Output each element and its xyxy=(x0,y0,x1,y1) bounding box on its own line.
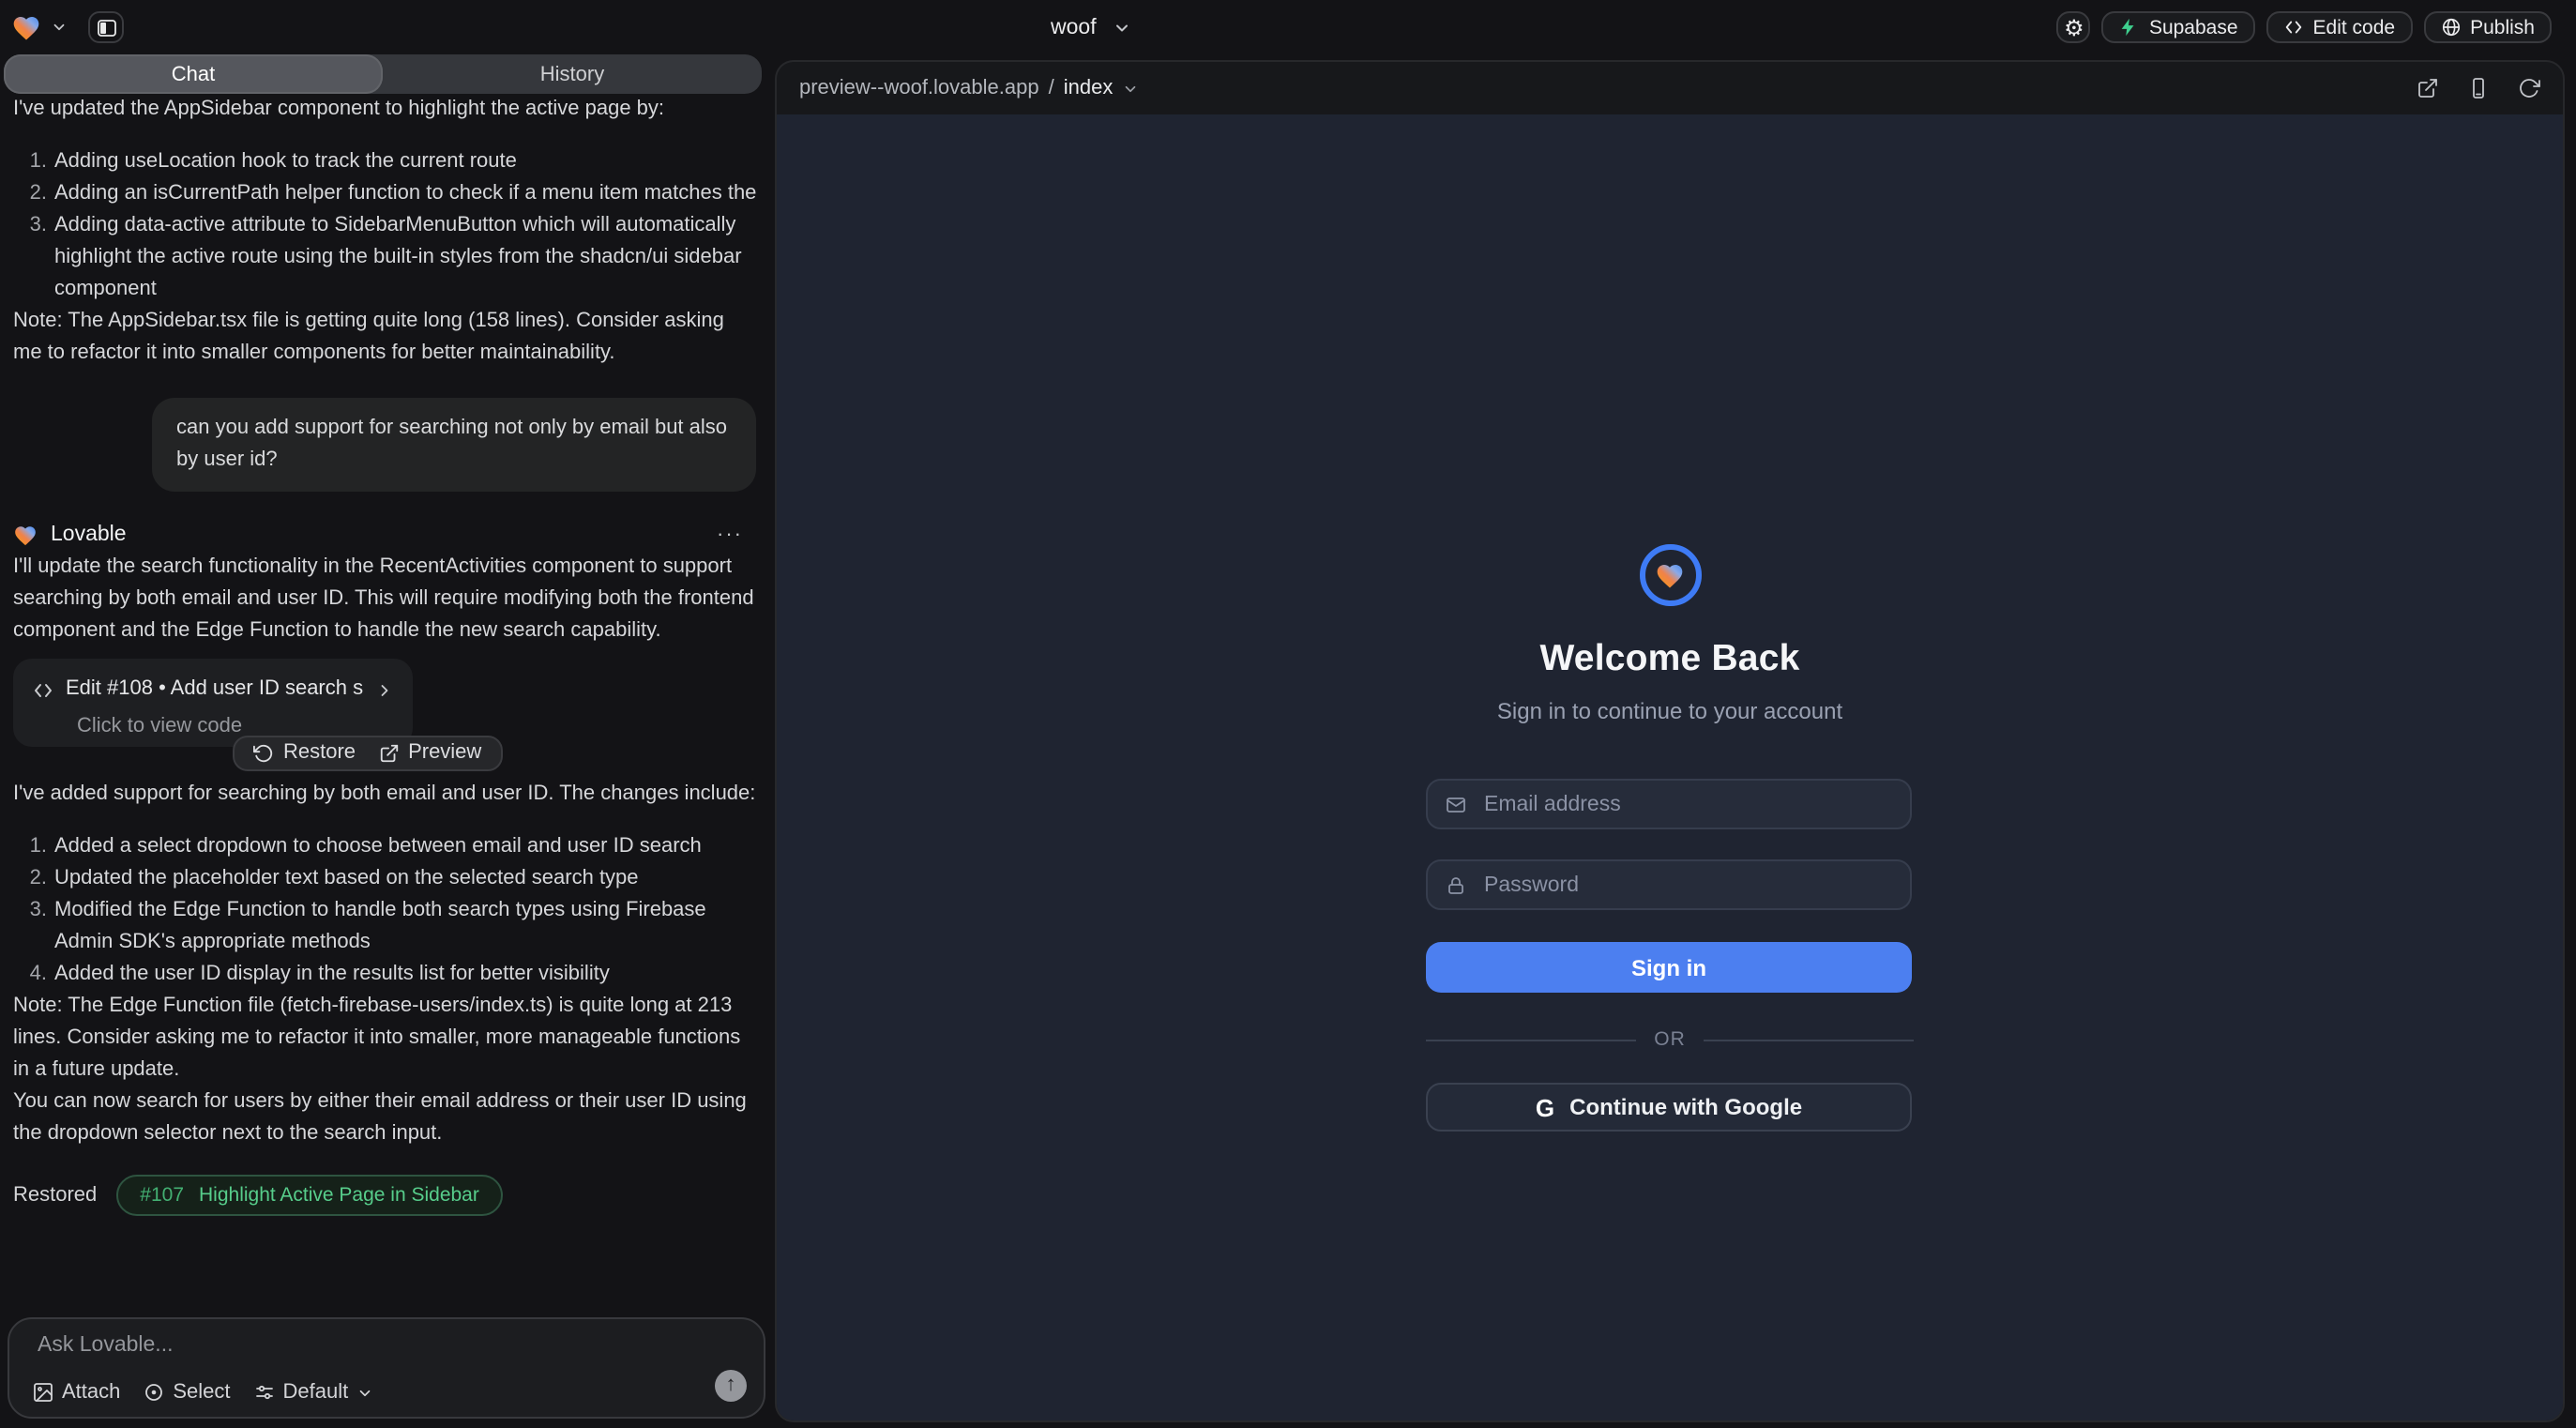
edit-code-label: Edit code xyxy=(2313,16,2396,38)
email-input[interactable] xyxy=(1480,791,1910,817)
arrow-up-icon: ↑ xyxy=(726,1375,736,1396)
open-in-new-tab-icon[interactable] xyxy=(2417,77,2439,99)
restore-icon xyxy=(253,743,274,764)
version-title: Highlight Active Page in Sidebar xyxy=(199,1179,479,1211)
attach-button[interactable]: Attach xyxy=(32,1381,120,1404)
or-divider: OR xyxy=(1426,1028,1914,1051)
auth-subtitle: Sign in to continue to your account xyxy=(1426,698,1914,724)
lovable-heart-icon xyxy=(13,524,38,548)
chevron-right-icon xyxy=(375,680,394,699)
supabase-label: Supabase xyxy=(2149,16,2238,38)
chevron-down-icon xyxy=(356,1384,372,1401)
email-field[interactable] xyxy=(1426,779,1912,829)
gear-icon: ⚙ xyxy=(2064,16,2084,38)
list-item: 3.Adding data-active attribute to Sideba… xyxy=(13,210,756,306)
chat-input[interactable] xyxy=(34,1332,597,1359)
app-logo xyxy=(1639,544,1701,606)
chat-composer: Attach Select Default xyxy=(8,1317,765,1419)
list-item: 1.Added a select dropdown to choose betw… xyxy=(13,831,756,863)
tab-chat[interactable]: Chat xyxy=(4,54,383,94)
auth-title: Welcome Back xyxy=(1426,638,1914,681)
project-name: woof xyxy=(1051,16,1097,38)
code-brackets-icon xyxy=(2283,17,2304,38)
list-item: 2.Adding an isCurrentPath helper functio… xyxy=(13,178,756,210)
chat-history-tabs: Chat History xyxy=(4,54,762,94)
external-link-icon xyxy=(378,743,399,764)
list-item: 2.Updated the placeholder text based on … xyxy=(13,863,756,895)
globe-icon xyxy=(2440,17,2461,38)
code-icon xyxy=(32,678,54,701)
continue-with-google-button[interactable]: G Continue with Google xyxy=(1426,1083,1912,1132)
restored-status-row: Restored #107 Highlight Active Page in S… xyxy=(13,1175,756,1216)
restore-button[interactable]: Restore xyxy=(253,737,356,769)
lock-icon xyxy=(1445,874,1467,896)
edit-card-area: Edit #108 • Add user ID search supp... C… xyxy=(13,659,756,779)
sliders-icon xyxy=(253,1381,276,1404)
assistant-message-text: I've added support for searching by both… xyxy=(13,779,756,811)
edit-code-button[interactable]: Edit code xyxy=(2266,11,2413,43)
edit-version-card[interactable]: Edit #108 • Add user ID search supp... C… xyxy=(13,659,413,747)
message-more-menu-icon[interactable]: ··· xyxy=(717,520,743,552)
tab-history[interactable]: History xyxy=(383,54,762,94)
assistant-note-text: Note: The AppSidebar.tsx file is getting… xyxy=(13,306,756,370)
supabase-button[interactable]: Supabase xyxy=(2102,11,2255,43)
restored-label: Restored xyxy=(13,1179,97,1211)
supabase-bolt-icon xyxy=(2119,17,2140,38)
model-selector[interactable]: Default xyxy=(253,1381,373,1404)
project-switcher[interactable]: woof xyxy=(1051,0,1132,54)
user-message-bubble: can you add support for searching not on… xyxy=(152,398,756,492)
target-select-icon xyxy=(143,1381,165,1404)
edit-card-title: Edit #108 • Add user ID search supp... xyxy=(66,674,364,706)
sign-in-button[interactable]: Sign in xyxy=(1426,942,1912,993)
preview-host: preview--woof.lovable.app xyxy=(799,77,1039,99)
refresh-icon[interactable] xyxy=(2518,77,2540,99)
preview-viewport: Welcome Back Sign in to continue to your… xyxy=(777,114,2563,1422)
google-g-icon: G xyxy=(1536,1093,1554,1121)
password-input[interactable] xyxy=(1480,872,1910,898)
preview-url-bar: preview--woof.lovable.app / index xyxy=(777,62,2563,114)
email-icon xyxy=(1445,793,1467,815)
chat-message-list[interactable]: I've updated the AppSidebar component to… xyxy=(13,94,756,1314)
version-actions-bar: Restore Preview xyxy=(233,736,502,771)
mobile-view-icon[interactable] xyxy=(2467,77,2490,99)
auth-card: Welcome Back Sign in to continue to your… xyxy=(1426,114,1914,1132)
assistant-name: Lovable xyxy=(51,520,127,552)
select-button[interactable]: Select xyxy=(143,1381,230,1404)
list-item: 1.Adding useLocation hook to track the c… xyxy=(13,146,756,178)
project-chevron-down-icon xyxy=(1114,18,1132,37)
assistant-note-text: Note: The Edge Function file (fetch-fire… xyxy=(13,991,756,1086)
settings-button[interactable]: ⚙ xyxy=(2057,11,2091,43)
chat-panel: Chat History I've updated the AppSidebar… xyxy=(0,0,769,1428)
publish-button[interactable]: Publish xyxy=(2423,11,2552,43)
attach-image-icon xyxy=(32,1381,54,1404)
assistant-numbered-list: 1.Added a select dropdown to choose betw… xyxy=(13,831,756,991)
assistant-numbered-list: 1.Adding useLocation hook to track the c… xyxy=(13,146,756,306)
preview-panel: preview--woof.lovable.app / index xyxy=(775,60,2565,1422)
list-item: 4.Added the user ID display in the resul… xyxy=(13,959,756,991)
assistant-message-text: I've updated the AppSidebar component to… xyxy=(13,94,756,126)
send-button[interactable]: ↑ xyxy=(715,1370,747,1402)
user-message-row: can you add support for searching not on… xyxy=(13,398,756,492)
route-chevron-down-icon xyxy=(1122,80,1139,97)
version-number: #107 xyxy=(140,1179,184,1211)
publish-label: Publish xyxy=(2470,16,2535,38)
password-field[interactable] xyxy=(1426,859,1912,910)
list-item: 3.Modified the Edge Function to handle b… xyxy=(13,895,756,959)
version-badge[interactable]: #107 Highlight Active Page in Sidebar xyxy=(115,1175,504,1216)
preview-url[interactable]: preview--woof.lovable.app / index xyxy=(799,77,1139,99)
preview-button[interactable]: Preview xyxy=(378,737,481,769)
preview-route: index xyxy=(1064,77,1114,99)
assistant-header: Lovable ··· xyxy=(13,520,756,552)
lovable-app-window: woof ⚙ Supabase Edit code xyxy=(0,0,2576,1428)
assistant-message-text: I'll update the search functionality in … xyxy=(13,552,756,647)
assistant-message-text: You can now search for users by either t… xyxy=(13,1086,756,1150)
